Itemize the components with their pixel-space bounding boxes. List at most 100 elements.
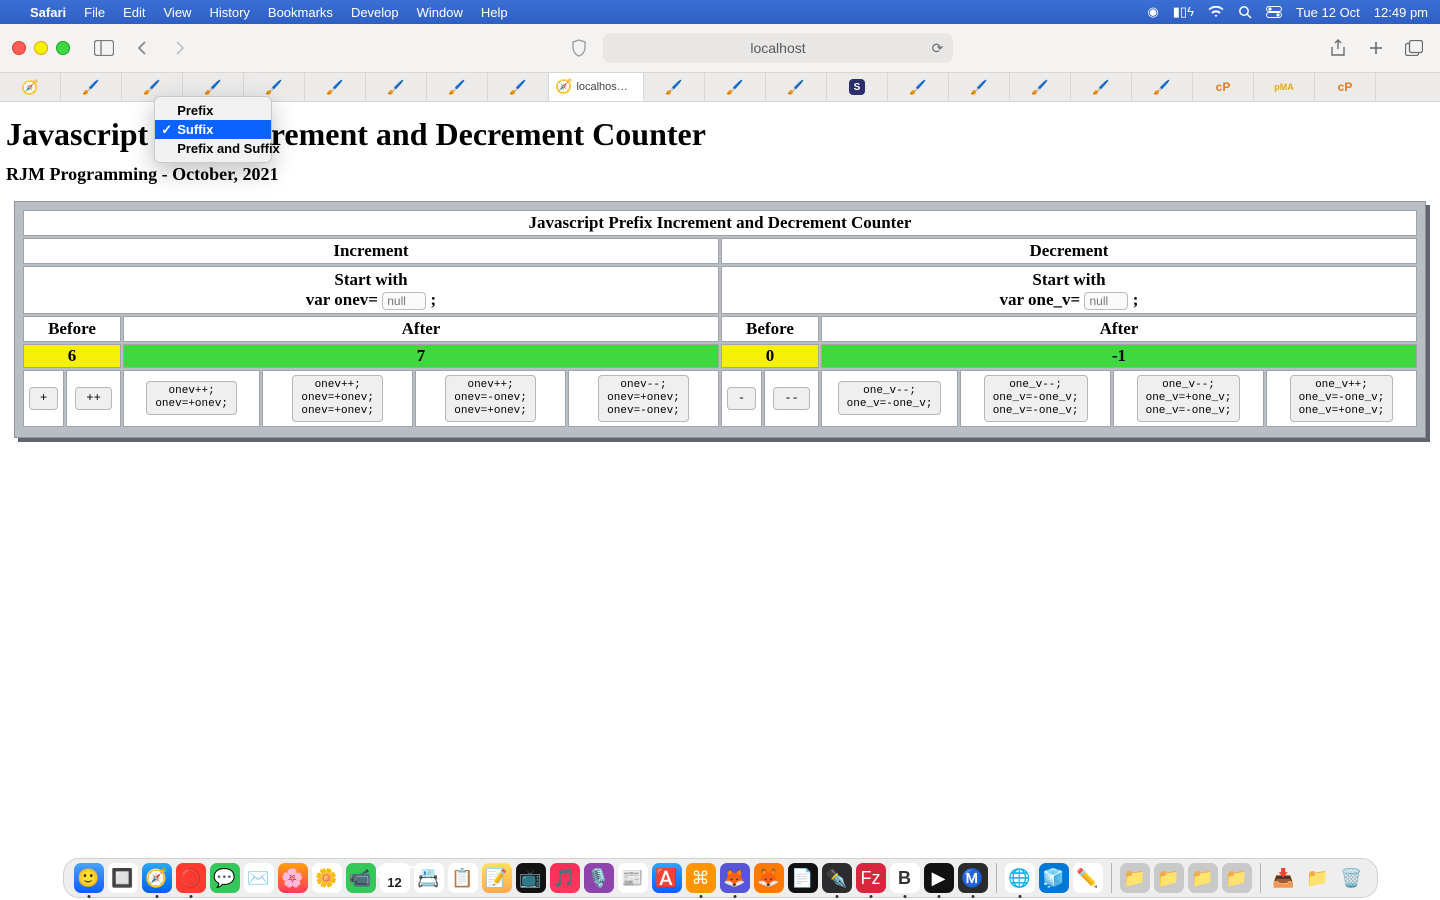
dock-gimp[interactable]: 🦊	[720, 863, 750, 893]
dock-recents-2[interactable]: 📁	[1154, 863, 1184, 893]
tab-12[interactable]: 🖌️	[705, 73, 766, 101]
dock-messages[interactable]: 💬	[210, 863, 240, 893]
dock-calendar[interactable]: OCT12	[380, 863, 410, 893]
dock-opera[interactable]: ⭕	[176, 863, 206, 893]
dock-launchpad[interactable]: 🔲	[108, 863, 138, 893]
option-prefix[interactable]: Prefix	[155, 101, 271, 120]
dock-recents-4[interactable]: 📁	[1222, 863, 1252, 893]
dock-photos[interactable]: 🌸	[278, 863, 308, 893]
tab-22[interactable]: cP	[1315, 73, 1376, 101]
menu-window[interactable]: Window	[417, 5, 463, 20]
menu-date[interactable]: Tue 12 Oct	[1296, 5, 1360, 20]
tab-16[interactable]: 🖌️	[949, 73, 1010, 101]
spotlight-icon[interactable]	[1238, 5, 1252, 19]
dock-terminal[interactable]: ▶	[924, 863, 954, 893]
menu-develop[interactable]: Develop	[351, 5, 399, 20]
forward-button[interactable]	[166, 34, 194, 62]
dec-start-input[interactable]	[1084, 292, 1128, 310]
btn-dec-4[interactable]: one_v++; one_v=-one_v; one_v=+one_v;	[1290, 375, 1394, 422]
dock-edge[interactable]: 🧊	[1039, 863, 1069, 893]
option-prefix-and-suffix[interactable]: Prefix and Suffix	[155, 139, 271, 158]
dock-appstore[interactable]: 🅰️	[652, 863, 682, 893]
dock-facetime[interactable]: 📹	[346, 863, 376, 893]
battery-icon[interactable]: ▮▯ϟ	[1173, 4, 1194, 20]
dock-downloads[interactable]: 📥	[1269, 863, 1299, 893]
btn-minusminus[interactable]: --	[773, 387, 809, 410]
menu-bookmarks[interactable]: Bookmarks	[268, 5, 333, 20]
tab-15[interactable]: 🖌️	[888, 73, 949, 101]
tab-2[interactable]: 🖌️	[61, 73, 122, 101]
close-window[interactable]	[12, 41, 26, 55]
menu-edit[interactable]: Edit	[123, 5, 145, 20]
dock-tv[interactable]: 📺	[516, 863, 546, 893]
address-bar[interactable]: localhost ⟳	[603, 33, 954, 63]
dock-bbedit[interactable]: B	[890, 863, 920, 893]
shield-icon[interactable]	[565, 34, 593, 62]
inc-start-input[interactable]	[382, 292, 426, 310]
dock-sublime[interactable]: 📄	[788, 863, 818, 893]
dock-mail[interactable]: ✉️	[244, 863, 274, 893]
share-icon[interactable]	[1324, 34, 1352, 62]
dock-news[interactable]: 📰	[618, 863, 648, 893]
tab-11[interactable]: 🖌️	[644, 73, 705, 101]
dock-folder[interactable]: 📁	[1303, 863, 1333, 893]
dock-music[interactable]: 🎵	[550, 863, 580, 893]
tab-6[interactable]: 🖌️	[305, 73, 366, 101]
record-icon[interactable]: ◉	[1147, 4, 1158, 20]
btn-dec-2[interactable]: one_v--; one_v=-one_v; one_v=-one_v;	[984, 375, 1088, 422]
btn-inc-2[interactable]: onev++; onev=+onev; onev=+onev;	[292, 375, 383, 422]
minimize-window[interactable]	[34, 41, 48, 55]
tab-13[interactable]: 🖌️	[766, 73, 827, 101]
dock-firefox[interactable]: 🦊	[754, 863, 784, 893]
new-tab-icon[interactable]	[1362, 34, 1390, 62]
reload-icon[interactable]: ⟳	[932, 40, 944, 57]
tabs-overview-icon[interactable]	[1400, 34, 1428, 62]
btn-dec-1[interactable]: one_v--; one_v=-one_v;	[838, 381, 942, 415]
dock-recents-1[interactable]: 📁	[1120, 863, 1150, 893]
dock-filezilla[interactable]: Fz	[856, 863, 886, 893]
btn-inc-1[interactable]: onev++; onev=+onev;	[146, 381, 237, 415]
tab-8[interactable]: 🖌️	[427, 73, 488, 101]
control-center-icon[interactable]	[1266, 6, 1282, 18]
dock-podcasts[interactable]: 🎙️	[584, 863, 614, 893]
dock-textmate[interactable]: ✒️	[822, 863, 852, 893]
tab-19[interactable]: 🖌️	[1132, 73, 1193, 101]
back-button[interactable]	[128, 34, 156, 62]
wifi-icon[interactable]	[1208, 6, 1224, 18]
tab-7[interactable]: 🖌️	[366, 73, 427, 101]
menu-history[interactable]: History	[209, 5, 249, 20]
dock-mamp[interactable]: Ⓜ️	[958, 863, 988, 893]
dock-iterm[interactable]: ⌘	[686, 863, 716, 893]
tab-17[interactable]: 🖌️	[1010, 73, 1071, 101]
btn-inc-4[interactable]: onev--; onev=+onev; onev=-onev;	[598, 375, 689, 422]
tab-14[interactable]: S	[827, 73, 888, 101]
tab-18[interactable]: 🖌️	[1071, 73, 1132, 101]
dock-reminders[interactable]: 📋	[448, 863, 478, 893]
dock-notes[interactable]: 📝	[482, 863, 512, 893]
dock-safari[interactable]: 🧭	[142, 863, 172, 893]
tab-1[interactable]: 🧭	[0, 73, 61, 101]
btn-minus[interactable]: -	[727, 387, 756, 410]
dock-recents-3[interactable]: 📁	[1188, 863, 1218, 893]
app-name[interactable]: Safari	[30, 5, 66, 20]
dock-photos2[interactable]: 🌼	[312, 863, 342, 893]
dock-pen[interactable]: ✏️	[1073, 863, 1103, 893]
option-suffix[interactable]: Suffix	[155, 120, 271, 139]
menu-file[interactable]: File	[84, 5, 105, 20]
tab-9[interactable]: 🖌️	[488, 73, 549, 101]
btn-plus[interactable]: +	[29, 387, 58, 410]
tab-20[interactable]: cP	[1193, 73, 1254, 101]
dock-trash[interactable]: 🗑️	[1337, 863, 1367, 893]
menu-time[interactable]: 12:49 pm	[1374, 5, 1428, 20]
dock-finder[interactable]: 🙂	[74, 863, 104, 893]
tab-active[interactable]: 🧭localhos…	[549, 73, 644, 101]
dock-contacts[interactable]: 📇	[414, 863, 444, 893]
btn-dec-3[interactable]: one_v--; one_v=+one_v; one_v=-one_v;	[1137, 375, 1241, 422]
zoom-window[interactable]	[56, 41, 70, 55]
tab-21[interactable]: pMA	[1254, 73, 1315, 101]
btn-inc-3[interactable]: onev++; onev=-onev; onev=+onev;	[445, 375, 536, 422]
menu-help[interactable]: Help	[481, 5, 508, 20]
btn-plusplus[interactable]: ++	[75, 387, 111, 410]
menu-view[interactable]: View	[164, 5, 192, 20]
sidebar-toggle-icon[interactable]	[90, 34, 118, 62]
